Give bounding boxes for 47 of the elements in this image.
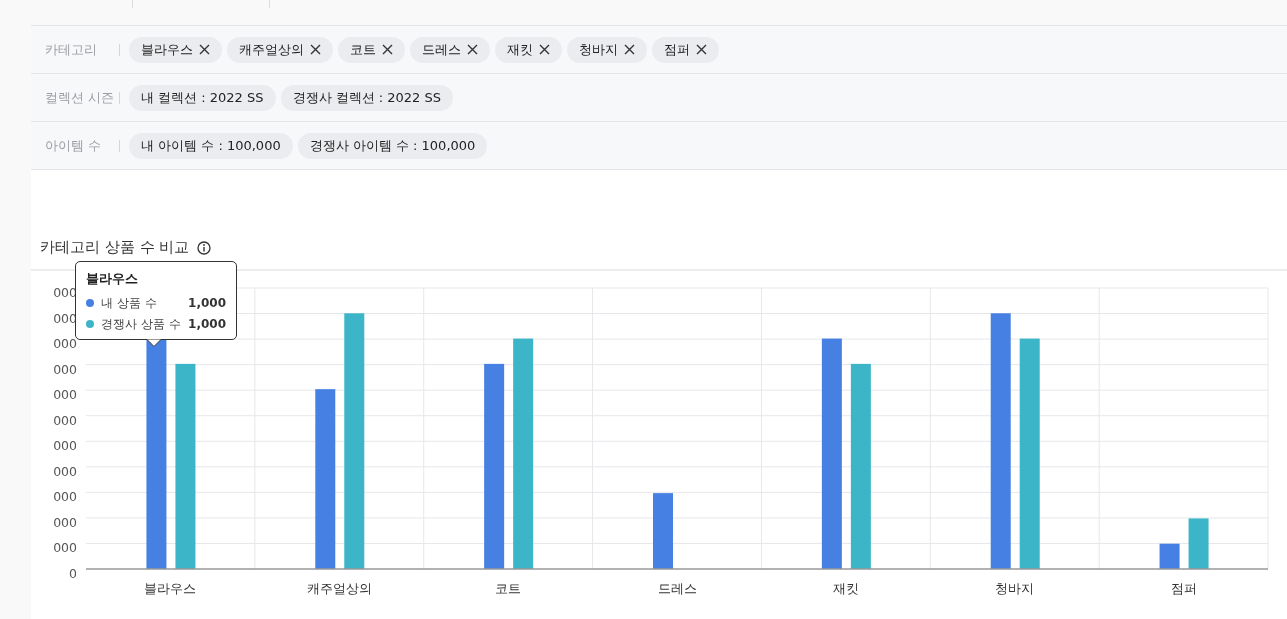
chip-label: 코트: [350, 40, 376, 59]
y-tick-label: 000: [53, 438, 77, 454]
chip-label: 드레스: [422, 40, 461, 59]
bar: [1159, 543, 1180, 569]
close-icon[interactable]: [467, 44, 478, 55]
y-tick-label: 000: [53, 514, 77, 530]
y-tick-label: 000: [53, 412, 77, 428]
x-tick-label: 재킷: [832, 581, 859, 596]
series-value: 1,000: [188, 294, 226, 312]
x-tick-label: 드레스: [657, 581, 697, 596]
chip-label: 블라우스: [141, 40, 193, 59]
x-tick-label: 청바지: [995, 581, 1035, 596]
y-tick-label: 000: [53, 463, 77, 479]
y-tick-label: 0: [69, 566, 77, 581]
filter-label: 컬렉션 시즌: [45, 88, 116, 107]
close-icon[interactable]: [382, 44, 393, 55]
series-value: 1,000: [188, 315, 226, 333]
y-tick-label: 000: [53, 489, 77, 505]
chip-label: 내 아이템 수 : 100,000: [141, 136, 281, 155]
chip-label: 내 컬렉션 : 2022 SS: [141, 88, 264, 107]
x-tick-label: 캐주얼상의: [306, 581, 372, 596]
bar: [1188, 518, 1209, 569]
close-icon[interactable]: [539, 44, 550, 55]
chip-label: 캐주얼상의: [239, 40, 304, 59]
chip-label: 경쟁사 컬렉션 : 2022 SS: [292, 88, 441, 107]
tooltip-title: 블라우스: [86, 270, 139, 288]
y-tick-label: 000: [53, 387, 77, 403]
y-tick-label: 000: [53, 361, 77, 377]
filter-label: 카테고리: [45, 40, 98, 59]
filter-label: 아이템 수: [45, 136, 103, 155]
series-name: 내 상품 수: [101, 294, 158, 312]
chip-label: 재킷: [507, 40, 533, 59]
close-icon[interactable]: [310, 44, 321, 55]
x-tick-label: 블라우스: [144, 581, 197, 596]
close-icon[interactable]: [199, 44, 210, 55]
series-name: 경쟁사 상품 수: [101, 315, 182, 333]
close-icon[interactable]: [624, 44, 635, 55]
y-tick-label: 000: [53, 336, 77, 352]
chip-label: 청바지: [579, 40, 618, 59]
x-tick-label: 코트: [495, 581, 522, 596]
y-tick-label: 000: [53, 540, 77, 556]
close-icon[interactable]: [696, 44, 707, 55]
x-tick-label: 점퍼: [1170, 581, 1197, 596]
info-icon[interactable]: [197, 240, 212, 255]
chart-title: 카테고리 상품 수 비교: [40, 237, 190, 259]
chip-label: 경쟁사 아이템 수 : 100,000: [309, 136, 476, 155]
chip-label: 점퍼: [664, 40, 690, 59]
